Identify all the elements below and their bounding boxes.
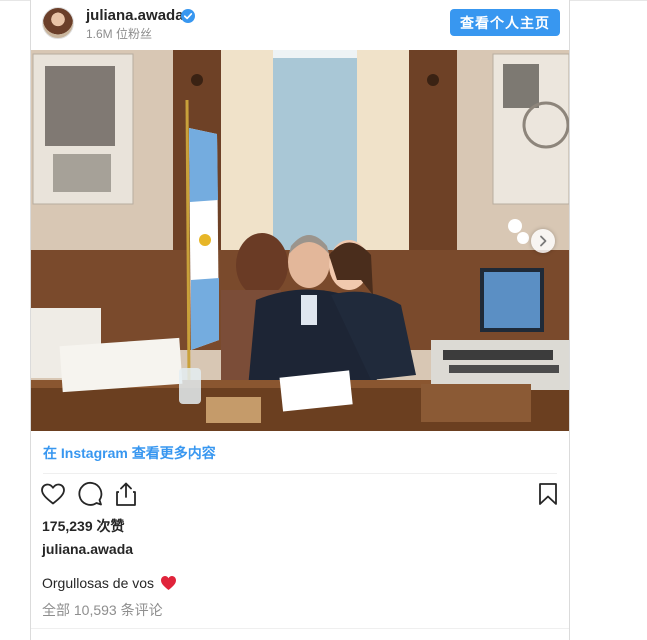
view-all-comments-link[interactable]: 全部 10,593 条评论 bbox=[42, 600, 163, 620]
share-button[interactable] bbox=[112, 480, 140, 508]
bottom-divider bbox=[31, 628, 569, 629]
like-count[interactable]: 175,239 次赞 bbox=[42, 516, 125, 536]
next-photo-button[interactable] bbox=[531, 229, 555, 253]
heart-icon bbox=[41, 483, 65, 505]
action-bar bbox=[31, 480, 569, 510]
instagram-embed-card: juliana.awada 1.6M 位粉丝 查看个人主页 在 Instagra… bbox=[30, 0, 570, 640]
like-button[interactable] bbox=[39, 480, 67, 508]
chevron-right-icon bbox=[540, 235, 547, 247]
avatar[interactable] bbox=[42, 7, 74, 39]
post-header: juliana.awada 1.6M 位粉丝 查看个人主页 bbox=[31, 0, 569, 50]
share-icon bbox=[116, 482, 136, 506]
follower-count: 1.6M 位粉丝 bbox=[86, 27, 153, 41]
red-heart-emoji-icon bbox=[161, 576, 177, 590]
comment-button[interactable] bbox=[76, 480, 104, 508]
username-link[interactable]: juliana.awada bbox=[86, 7, 184, 24]
view-profile-button[interactable]: 查看个人主页 bbox=[450, 9, 560, 36]
view-more-on-instagram-link[interactable]: 在 Instagram 查看更多内容 bbox=[43, 443, 216, 463]
section-divider bbox=[43, 473, 557, 474]
bookmark-icon bbox=[539, 483, 557, 505]
caption-username-link[interactable]: juliana.awada bbox=[42, 541, 133, 557]
verified-badge-icon bbox=[181, 9, 195, 23]
caption-text: Orgullosas de vos bbox=[42, 575, 155, 591]
post-photo[interactable] bbox=[31, 50, 569, 431]
save-button[interactable] bbox=[534, 480, 562, 508]
photo-illustration bbox=[31, 50, 569, 431]
post-caption: Orgullosas de vos bbox=[42, 575, 177, 591]
comment-icon bbox=[78, 481, 103, 506]
